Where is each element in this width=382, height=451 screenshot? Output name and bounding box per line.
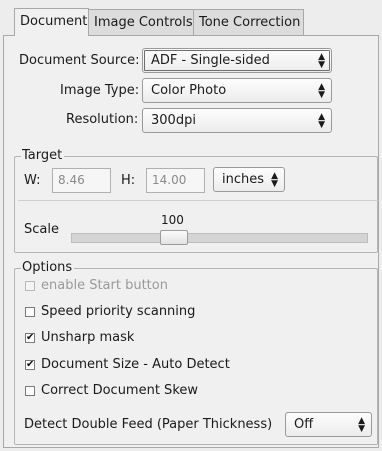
double-feed-select[interactable]: Off ▲ ▼: [285, 412, 372, 437]
combo-arrows-icon: ▲ ▼: [271, 170, 278, 189]
height-label: H:: [121, 173, 136, 188]
target-title: Target: [21, 148, 65, 163]
check-mark-icon: ✔: [26, 332, 35, 343]
height-field[interactable]: 14.00: [146, 168, 205, 193]
scale-value: 100: [161, 213, 184, 227]
double-feed-value: Off: [294, 417, 314, 432]
checkbox[interactable]: [25, 307, 35, 317]
combo-arrows-icon: ▲ ▼: [358, 415, 365, 434]
image-type-select[interactable]: Color Photo ▲ ▼: [142, 78, 332, 103]
document-source-select[interactable]: ADF - Single-sided ▲ ▼: [142, 48, 332, 73]
tab-image-controls[interactable]: Image Controls: [88, 9, 194, 36]
option-label: Speed priority scanning: [41, 304, 196, 319]
resolution-label: Resolution:: [66, 112, 139, 127]
combo-arrows-icon: ▲ ▼: [318, 51, 325, 70]
combo-arrows-icon: ▲ ▼: [318, 81, 325, 100]
document-source-label: Document Source:: [19, 53, 140, 68]
option-label: Correct Document Skew: [41, 383, 199, 398]
scale-slider-trough[interactable]: [71, 233, 368, 243]
double-feed-label: Detect Double Feed (Paper Thickness): [24, 417, 273, 432]
target-separator: [18, 200, 378, 201]
document-source-value: ADF - Single-sided: [151, 53, 270, 68]
height-value: 14.00: [152, 173, 187, 187]
width-field[interactable]: 8.46: [52, 168, 111, 193]
checkbox[interactable]: [25, 281, 35, 291]
checkbox[interactable]: ✔: [25, 333, 35, 343]
unit-select[interactable]: inches ▲ ▼: [213, 167, 285, 192]
scale-slider-handle[interactable]: [160, 230, 188, 245]
tab-label: Image Controls: [94, 15, 193, 30]
combo-arrows-icon: ▲ ▼: [318, 111, 325, 130]
checkbox[interactable]: ✔: [25, 360, 35, 370]
width-label: W:: [24, 173, 41, 188]
image-type-label: Image Type:: [60, 83, 140, 98]
options-title: Options: [21, 260, 75, 275]
tab-label: Tone Correction: [199, 15, 301, 30]
option-label: Document Size - Auto Detect: [41, 357, 230, 372]
option-label: enable Start button: [41, 278, 168, 293]
resolution-select[interactable]: 300dpi ▲ ▼: [142, 108, 332, 133]
option-label: Unsharp mask: [41, 330, 135, 345]
image-type-value: Color Photo: [151, 83, 227, 98]
resolution-value: 300dpi: [151, 113, 196, 128]
checkbox[interactable]: [25, 386, 35, 396]
scale-label: Scale: [24, 222, 59, 237]
tab-tone-correction[interactable]: Tone Correction: [193, 9, 304, 36]
tab-document[interactable]: Document: [14, 8, 89, 36]
unit-value: inches: [222, 172, 265, 187]
check-mark-icon: ✔: [26, 359, 35, 370]
tab-label: Document: [20, 14, 88, 29]
width-value: 8.46: [58, 173, 85, 187]
